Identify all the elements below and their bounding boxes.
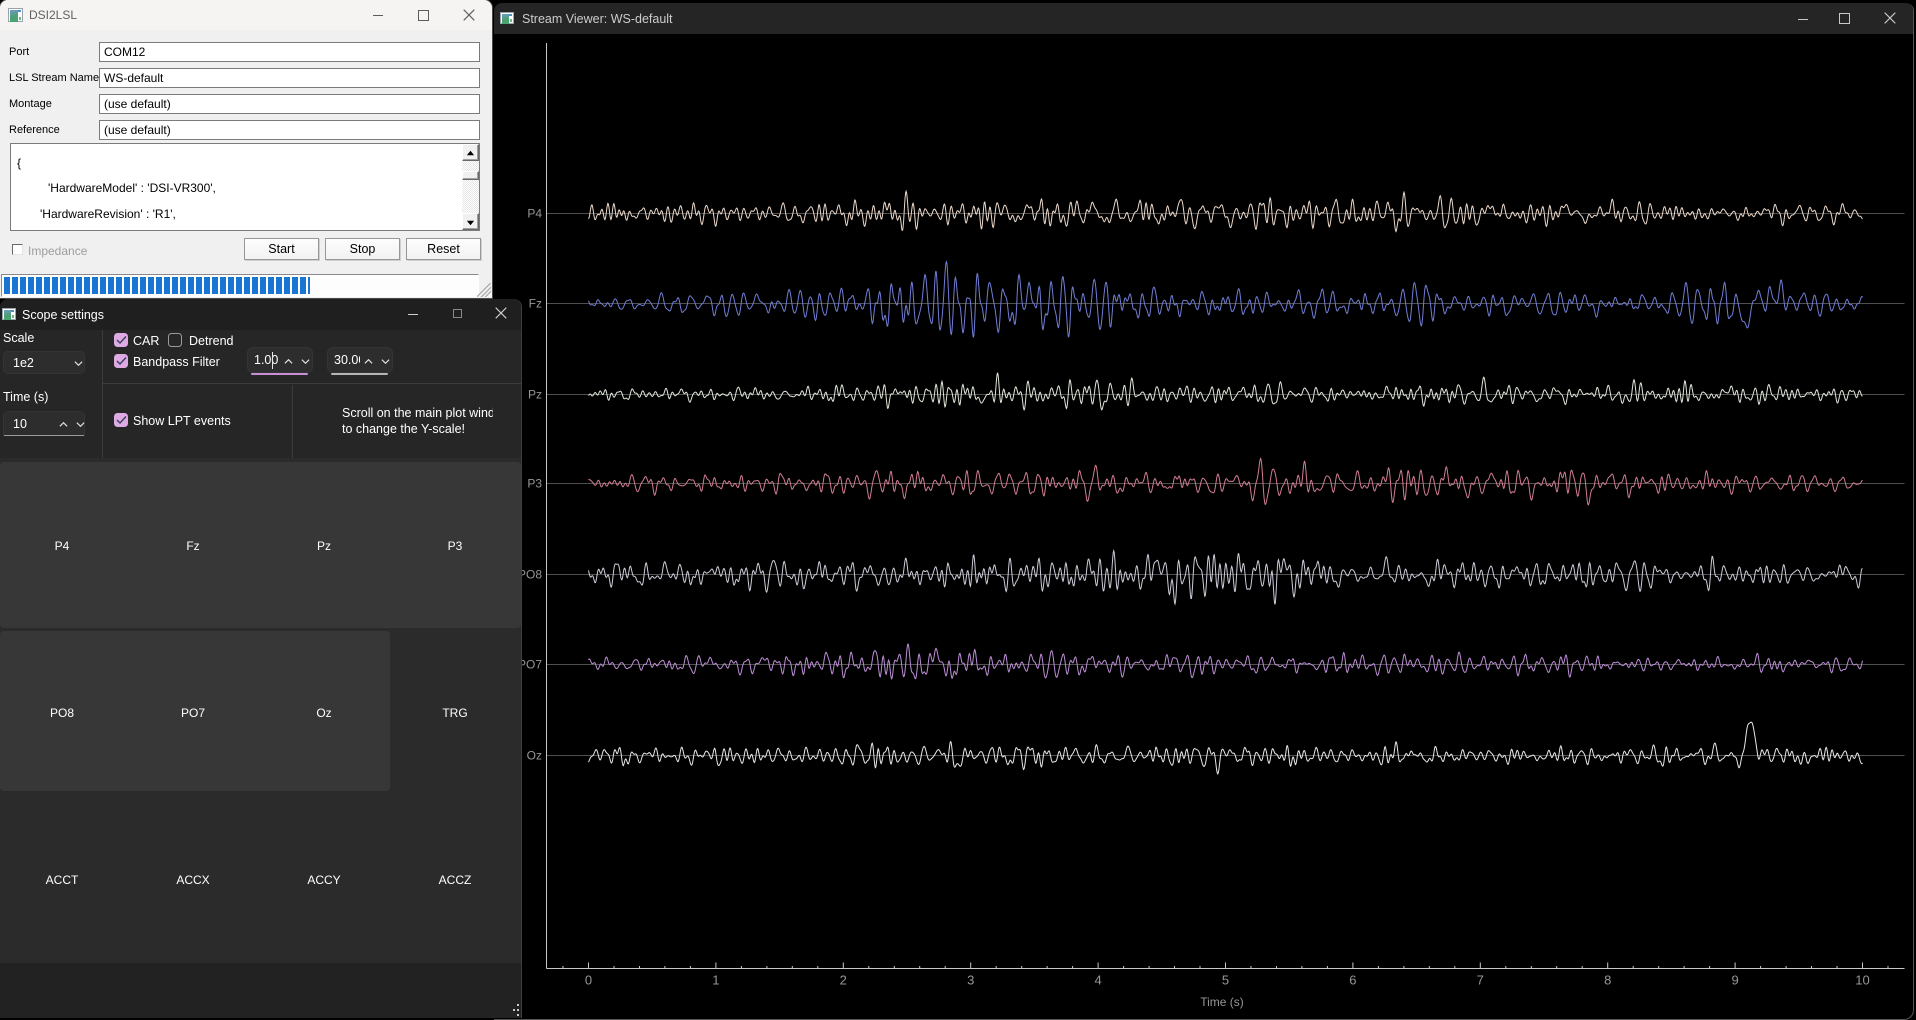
svg-text:4: 4 bbox=[1094, 973, 1101, 988]
svg-text:5: 5 bbox=[1222, 973, 1229, 988]
svg-text:Fz: Fz bbox=[529, 297, 542, 311]
svg-text:2: 2 bbox=[840, 973, 847, 988]
svg-text:Oz: Oz bbox=[527, 749, 542, 763]
svg-text:6: 6 bbox=[1349, 973, 1356, 988]
svg-text:7: 7 bbox=[1477, 973, 1484, 988]
svg-text:P4: P4 bbox=[527, 207, 542, 221]
svg-text:1: 1 bbox=[712, 973, 719, 988]
svg-text:8: 8 bbox=[1604, 973, 1611, 988]
svg-text:10: 10 bbox=[1855, 973, 1869, 988]
svg-text:9: 9 bbox=[1731, 973, 1738, 988]
svg-text:P3: P3 bbox=[527, 477, 542, 491]
svg-text:0: 0 bbox=[585, 973, 592, 988]
svg-text:3: 3 bbox=[967, 973, 974, 988]
svg-text:Pz: Pz bbox=[528, 388, 542, 402]
svg-text:Time (s): Time (s) bbox=[1200, 995, 1244, 1009]
